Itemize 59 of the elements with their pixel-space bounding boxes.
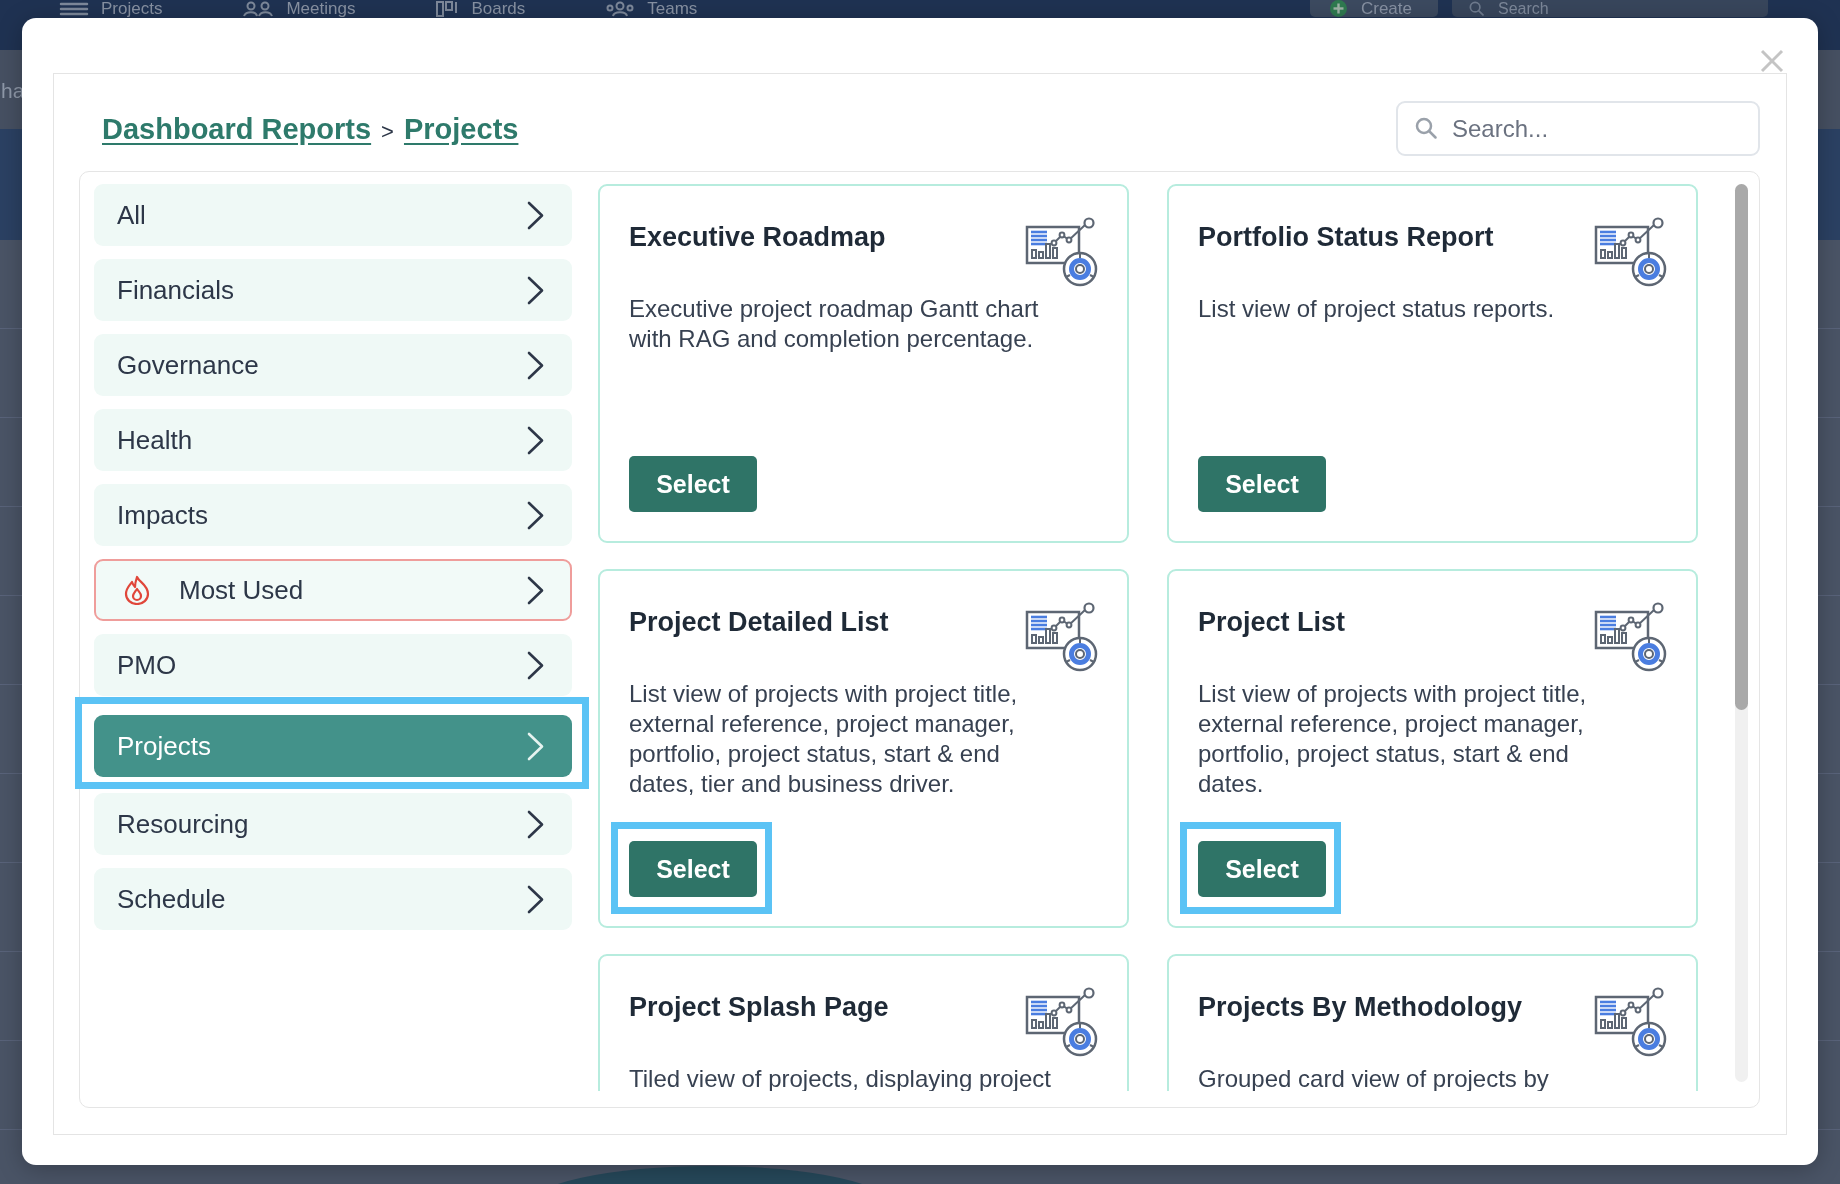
chevron-right-icon	[527, 809, 544, 839]
select-button[interactable]: Select	[1198, 456, 1326, 512]
report-chart-icon	[1594, 602, 1667, 672]
report-chart-icon	[1025, 602, 1098, 672]
create-button[interactable]: Create	[1309, 0, 1438, 17]
group-icon	[605, 0, 636, 17]
search-field[interactable]: Search...	[1396, 101, 1760, 156]
select-button[interactable]: Select	[1198, 841, 1326, 897]
card-title: Portfolio Status Report	[1198, 221, 1494, 254]
breadcrumb-link[interactable]: Projects	[403, 110, 519, 147]
card-description: Executive project roadmap Gantt chart with RAG and completion percentage.	[629, 294, 1040, 354]
category-item[interactable]: Projects	[94, 715, 572, 777]
nav-link[interactable]: Boards	[435, 0, 526, 17]
flame-icon	[123, 575, 151, 605]
card-title: Project List	[1198, 606, 1346, 639]
report-chart-icon	[1025, 987, 1098, 1057]
scrollbar-thumb[interactable]	[1735, 184, 1748, 710]
card-title: Project Splash Page	[629, 991, 889, 1024]
category-item[interactable]: PMO	[94, 634, 572, 696]
chevron-right-icon	[527, 200, 544, 230]
board-icon	[435, 0, 460, 17]
people-icon	[242, 0, 275, 17]
card-description: List view of projects with project title, external reference, project manager, portfolio, project status, start & end dates, tier and business driver.	[629, 679, 1019, 799]
chevron-right-icon	[527, 650, 544, 680]
card-description: List view of project status reports.	[1198, 294, 1555, 324]
chevron-right-icon	[527, 731, 544, 761]
category-item[interactable]: Health	[94, 409, 572, 471]
close-icon[interactable]	[1760, 49, 1784, 73]
category-item[interactable]: Governance	[94, 334, 572, 396]
card-description: List view of projects with project title, external reference, project manager, portfolio, project status, start & end dates.	[1198, 679, 1588, 799]
search-icon	[1469, 1, 1484, 16]
breadcrumb-separator: >	[381, 117, 394, 146]
nav-link[interactable]: Projects	[59, 0, 163, 17]
search-icon	[1415, 117, 1437, 139]
select-button[interactable]: Select	[629, 841, 757, 897]
card-title: Project Detailed List	[629, 606, 889, 639]
nav-link[interactable]: Meetings	[242, 0, 356, 17]
breadcrumb-link[interactable]: Dashboard Reports	[102, 110, 372, 147]
card-title: Projects By Methodology	[1198, 991, 1523, 1024]
chevron-right-icon	[527, 350, 544, 380]
nav-link[interactable]: Teams	[605, 0, 698, 17]
chevron-right-icon	[527, 575, 544, 605]
category-item[interactable]: Financials	[94, 259, 572, 321]
category-item[interactable]: Most Used	[94, 559, 572, 621]
chevron-right-icon	[527, 425, 544, 455]
report-chart-icon	[1594, 987, 1667, 1057]
chevron-right-icon	[527, 500, 544, 530]
report-chart-icon	[1594, 217, 1667, 287]
category-item[interactable]: Impacts	[94, 484, 572, 546]
category-item[interactable]: All	[94, 184, 572, 246]
chevron-right-icon	[527, 275, 544, 305]
list-icon	[59, 0, 89, 17]
chevron-right-icon	[527, 884, 544, 914]
category-item[interactable]: Schedule	[94, 868, 572, 930]
select-button[interactable]: Select	[629, 456, 757, 512]
report-chart-icon	[1025, 217, 1098, 287]
card-title: Executive Roadmap	[629, 221, 886, 254]
category-item[interactable]: Resourcing	[94, 793, 572, 855]
plus-icon	[1329, 0, 1347, 17]
